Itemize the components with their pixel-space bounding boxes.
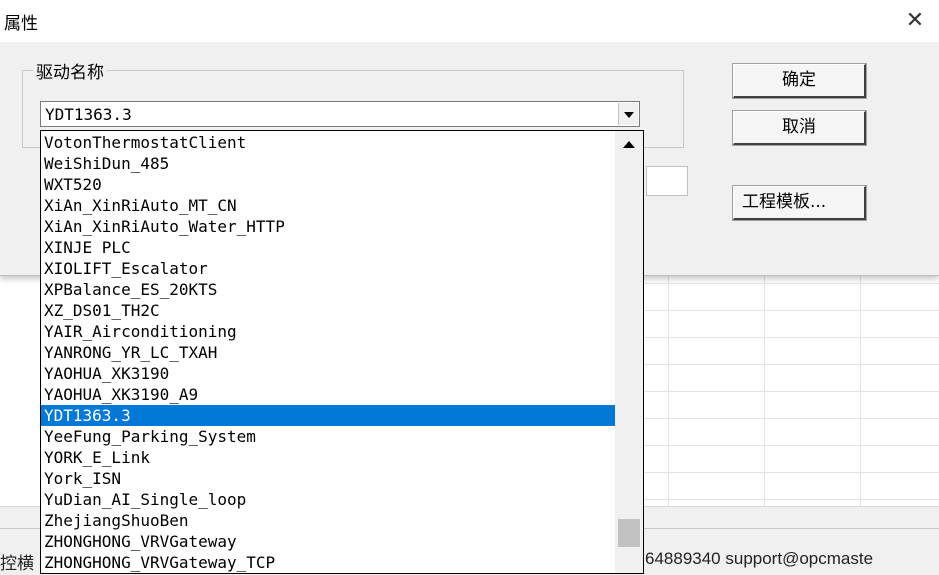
dropdown-item[interactable]: VotonThermostatClient (41, 132, 615, 153)
chevron-down-icon (624, 112, 634, 118)
dropdown-item[interactable]: York_ISN (41, 468, 615, 489)
dropdown-item[interactable]: YAOHUA_XK3190_A9 (41, 384, 615, 405)
dialog-title: 属性 (4, 14, 38, 34)
dropdown-items: VotonThermostatClient WeiShiDun_485 WXT520… (41, 132, 615, 573)
dropdown-item[interactable]: ZhejiangShuoBen (41, 510, 615, 531)
driver-name-label: 驱动名称 (33, 58, 107, 83)
dropdown-item[interactable]: XPBalance_ES_20KTS (41, 279, 615, 300)
combo-selected-value: YDT1363.3 (45, 105, 132, 124)
dropdown-item[interactable]: XINJE PLC (41, 237, 615, 258)
dialog-titlebar: 属性 ✕ (0, 0, 939, 42)
dropdown-item[interactable]: WeiShiDun_485 (41, 153, 615, 174)
dropdown-scrollbar[interactable] (615, 131, 643, 573)
dropdown-item[interactable]: YDT1363.3 (41, 405, 615, 426)
status-left-text: 控横 (0, 554, 34, 574)
dropdown-item[interactable]: ZHONGHONG_VRVGateway (41, 531, 615, 552)
status-contact-text: 64889340 support@opcmaste (645, 549, 874, 568)
combo-dropdown-button[interactable] (618, 103, 638, 125)
scroll-down-button[interactable] (615, 547, 643, 573)
scroll-thumb[interactable] (618, 519, 640, 547)
background-grid (620, 275, 939, 510)
dropdown-item[interactable]: YuDian_AI_Single_loop (41, 489, 615, 510)
project-template-button[interactable]: 工程模板... (732, 185, 867, 221)
dropdown-item[interactable]: XZ_DS01_TH2C (41, 300, 615, 321)
dropdown-item[interactable]: ZHONGHONG_VRVGateway_TCP (41, 552, 615, 573)
dropdown-item[interactable]: XIOLIFT_Escalator (41, 258, 615, 279)
driver-name-combobox[interactable]: YDT1363.3 (40, 101, 640, 127)
scroll-up-button[interactable] (615, 131, 643, 157)
dropdown-item[interactable]: WXT520 (41, 174, 615, 195)
text-field[interactable] (646, 166, 688, 196)
ok-button[interactable]: 确定 (732, 63, 867, 99)
dropdown-item[interactable]: YAIR_Airconditioning (41, 321, 615, 342)
dropdown-item[interactable]: XiAn_XinRiAuto_Water_HTTP (41, 216, 615, 237)
chevron-up-icon (623, 141, 635, 148)
dropdown-item[interactable]: YANRONG_YR_LC_TXAH (41, 342, 615, 363)
driver-dropdown-list[interactable]: VotonThermostatClient WeiShiDun_485 WXT520… (40, 130, 644, 574)
dropdown-item[interactable]: YORK_E_Link (41, 447, 615, 468)
close-icon[interactable]: ✕ (900, 6, 930, 36)
dropdown-item[interactable]: YeeFung_Parking_System (41, 426, 615, 447)
dropdown-item[interactable]: XiAn_XinRiAuto_MT_CN (41, 195, 615, 216)
dropdown-item[interactable]: YAOHUA_XK3190 (41, 363, 615, 384)
cancel-button[interactable]: 取消 (732, 110, 867, 146)
